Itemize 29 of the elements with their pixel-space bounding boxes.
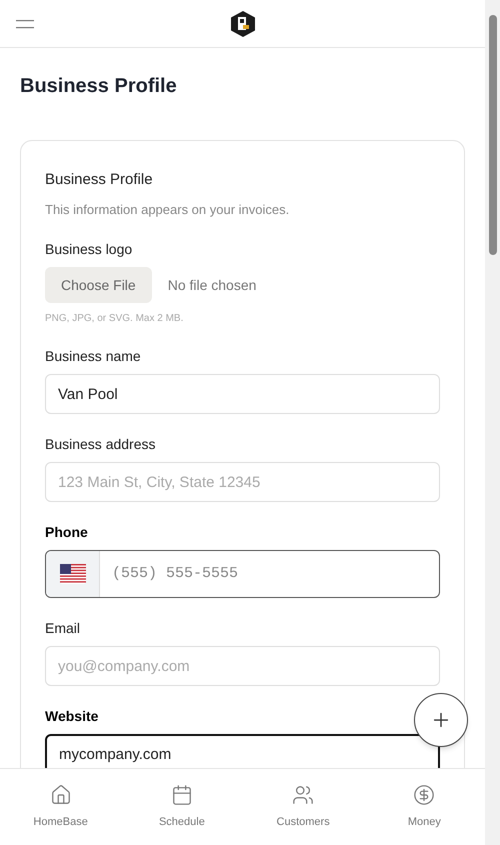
us-flag-icon	[60, 564, 86, 584]
card-title: Business Profile	[45, 170, 154, 190]
people-icon	[292, 784, 314, 806]
scrollbar[interactable]	[485, 0, 500, 845]
field-label: Website	[45, 707, 100, 726]
file-status: No file chosen	[168, 276, 256, 295]
text-field[interactable]: 123 Main St, City, State 12345	[45, 462, 440, 502]
dollar-icon	[413, 784, 436, 806]
nav-tab[interactable]: Schedule	[121, 769, 242, 845]
add-button[interactable]	[414, 693, 468, 747]
card-subtitle: This information appears on your invoices.	[45, 200, 290, 219]
text-field[interactable]: Van Pool	[45, 374, 440, 414]
hint-text: PNG, JPG, or SVG. Max 2 MB.	[45, 312, 184, 326]
field-label: Phone	[45, 523, 89, 542]
field-label: Email	[45, 619, 82, 638]
field-label: Business logo	[45, 240, 134, 259]
field-label: Business name	[45, 347, 142, 366]
text-field[interactable]: you@company.com	[45, 646, 440, 686]
house-icon	[50, 784, 72, 806]
menu-icon[interactable]	[16, 18, 34, 28]
nav-tab[interactable]: Money	[364, 769, 485, 845]
nav-tab[interactable]: Customers	[242, 769, 364, 845]
phone-field[interactable]: (555) 555-5555	[45, 550, 440, 598]
field-label: Business address	[45, 435, 157, 454]
calendar-icon	[170, 784, 193, 806]
page-title: Business Profile	[20, 74, 178, 99]
choose-file-button[interactable]: Choose File	[45, 267, 152, 303]
nav-tab[interactable]: HomeBase	[0, 769, 122, 845]
logo-icon[interactable]	[229, 10, 257, 38]
